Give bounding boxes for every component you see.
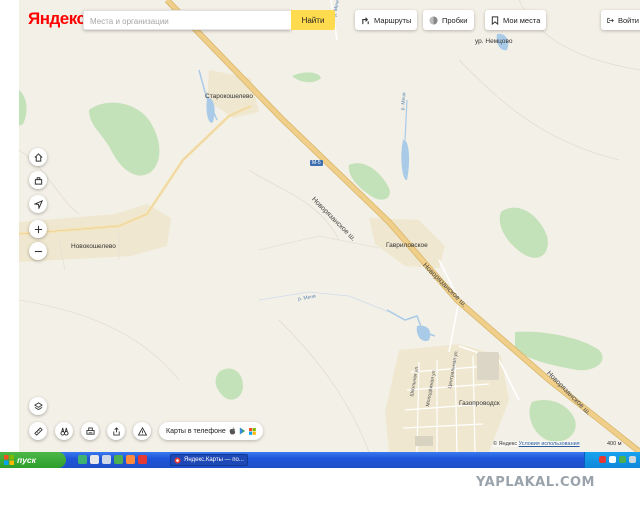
plus-icon xyxy=(34,225,42,233)
stream xyxy=(258,291,390,313)
building xyxy=(415,436,433,446)
share-icon xyxy=(112,426,120,436)
phone-promo-label: Карты в телефоне xyxy=(166,427,226,435)
building xyxy=(477,352,499,380)
os-taskbar: пуск Яндекс.Карты — по... RL xyxy=(0,452,640,468)
forest-patch xyxy=(348,163,390,200)
apple-icon xyxy=(229,427,236,435)
routes-label: Маршруты xyxy=(374,15,412,25)
start-button[interactable]: пуск xyxy=(0,452,66,468)
logo-text: Яндекс xyxy=(28,9,86,28)
search-input[interactable] xyxy=(84,12,296,31)
zoom-in-button[interactable] xyxy=(29,220,47,238)
tray-icon[interactable] xyxy=(619,456,626,463)
phone-promo[interactable]: Карты в телефоне xyxy=(159,422,263,440)
login-button[interactable]: Войти xyxy=(601,10,640,30)
place-label-novokosheleva[interactable]: Новокошелево xyxy=(71,243,116,250)
map-canvas[interactable]: М-5 ур. Немцово Старокошелево Новокошеле… xyxy=(19,0,640,452)
traffic-icon xyxy=(429,15,438,25)
place-label-gazoprovodsk[interactable]: Газопроводск xyxy=(459,400,500,407)
windows-icon xyxy=(248,427,256,435)
forest-patch xyxy=(19,90,27,126)
layers-button[interactable] xyxy=(29,397,47,415)
bag-icon xyxy=(34,176,42,185)
map-top-bar: Яндекс Найти Маршруты Пробки Мои места В… xyxy=(19,0,640,38)
my-places-button[interactable]: Мои места xyxy=(485,10,547,30)
windows-flag-icon xyxy=(4,455,14,465)
location-arrow-icon xyxy=(33,199,43,209)
report-error-button[interactable] xyxy=(133,422,151,440)
watermark: YAPLAKAL.COM xyxy=(476,475,595,490)
place-label-starokosheleva[interactable]: Старокошелево xyxy=(205,93,253,100)
tray-icon[interactable] xyxy=(629,456,636,463)
yandex-logo[interactable]: Яндекс xyxy=(28,9,86,29)
login-icon xyxy=(607,17,614,23)
tray-icon[interactable] xyxy=(609,456,616,463)
home-icon xyxy=(34,152,42,162)
quicklaunch-icon[interactable] xyxy=(126,455,135,464)
minus-icon xyxy=(34,250,42,252)
layers-icon xyxy=(33,401,43,410)
pond xyxy=(401,139,410,181)
forest-patch xyxy=(89,102,160,176)
map-layer xyxy=(19,0,640,452)
home-button[interactable] xyxy=(29,148,47,166)
my-places-label: Мои места xyxy=(503,15,541,25)
printer-icon xyxy=(85,426,95,435)
terms-link[interactable]: Условия использования xyxy=(519,441,580,447)
print-button[interactable] xyxy=(81,422,99,440)
quicklaunch-icon[interactable] xyxy=(90,455,99,464)
local-road xyxy=(438,259,460,353)
warning-icon xyxy=(137,426,147,436)
place-label-nemtsovo[interactable]: ур. Немцово xyxy=(475,38,512,45)
quicklaunch-icon[interactable] xyxy=(78,455,87,464)
traffic-button[interactable]: Пробки xyxy=(423,10,474,30)
traffic-label: Пробки xyxy=(442,15,468,25)
zoom-out-button[interactable] xyxy=(29,242,47,260)
bookmark-icon xyxy=(491,15,499,25)
quicklaunch-icon[interactable] xyxy=(102,455,111,464)
browser-icon xyxy=(174,456,181,464)
quicklaunch-icon[interactable] xyxy=(114,455,123,464)
browser-viewport: М-5 ур. Немцово Старокошелево Новокошеле… xyxy=(0,0,640,452)
tray-icon[interactable] xyxy=(599,456,606,463)
panorama-button[interactable] xyxy=(55,422,73,440)
system-tray xyxy=(584,452,640,468)
routes-icon xyxy=(362,16,369,24)
routes-button[interactable]: Маршруты xyxy=(355,10,418,30)
scale-label: 400 м xyxy=(607,441,622,447)
taskbar-window-button[interactable]: Яндекс.Карты — по... xyxy=(170,454,248,466)
left-gutter xyxy=(0,0,19,452)
taskbar-window-title: Яндекс.Карты — по... xyxy=(184,457,244,463)
ruler-icon xyxy=(33,426,43,436)
highway-code-badge: М-5 xyxy=(310,160,323,166)
geolocation-button[interactable] xyxy=(29,195,47,213)
ruler-button[interactable] xyxy=(29,422,47,440)
login-label: Войти xyxy=(618,15,639,25)
copyright-text: © Яндекс xyxy=(493,441,518,447)
forest-patch xyxy=(529,400,576,442)
forest-patch xyxy=(292,72,321,83)
share-button[interactable] xyxy=(107,422,125,440)
transport-button[interactable] xyxy=(29,171,47,189)
copyright-notice: © Яндекс Условия использования xyxy=(493,441,580,447)
search-box xyxy=(83,10,296,31)
forest-patch xyxy=(215,368,243,400)
binoculars-icon xyxy=(59,427,69,436)
search-button[interactable]: Найти xyxy=(291,10,335,30)
forest-patch xyxy=(499,207,548,258)
start-label: пуск xyxy=(17,455,36,465)
place-label-gavrilovskoe[interactable]: Гавриловское xyxy=(386,242,428,249)
quicklaunch-icon[interactable] xyxy=(138,455,147,464)
google-play-icon xyxy=(239,427,245,435)
